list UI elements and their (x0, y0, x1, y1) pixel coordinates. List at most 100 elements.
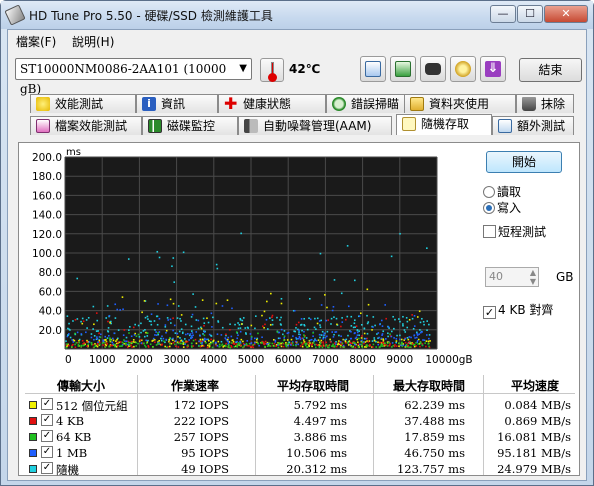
data-point (217, 321, 220, 323)
tab-benchmark[interactable]: 效能測試 (30, 94, 136, 113)
tab-extra-tests[interactable]: 額外測試 (492, 116, 574, 135)
x-tick-label: 6000 (275, 354, 302, 366)
data-point (336, 345, 338, 348)
tab-random-access[interactable]: 隨機存取 (396, 114, 492, 135)
data-point (395, 341, 397, 344)
data-point (158, 342, 161, 345)
data-point (108, 345, 110, 348)
title-bar[interactable]: HD Tune Pro 5.50 - 硬碟/SSD 檢測維護工具 — ☐ ✕ (1, 1, 593, 29)
data-point (413, 345, 416, 348)
data-point (143, 335, 146, 338)
tab-disk-monitor[interactable]: 磁碟監控 (142, 116, 238, 135)
data-point (280, 345, 283, 348)
row-max: 17.859 ms (404, 430, 465, 444)
tab-folder-usage[interactable]: 資料夾使用 (404, 94, 516, 113)
data-point (191, 332, 194, 334)
menu-file[interactable]: 檔案(F) (16, 33, 56, 50)
read-radio[interactable]: 讀取 (483, 183, 521, 200)
data-point (82, 343, 84, 345)
data-point (326, 330, 329, 333)
series-checkbox[interactable]: ✓ (41, 430, 53, 442)
series-checkbox[interactable]: ✓ (41, 414, 53, 426)
data-point (128, 332, 130, 334)
info-icon: i (142, 97, 156, 111)
app-window: HD Tune Pro 5.50 - 硬碟/SSD 檢測維護工具 — ☐ ✕ 檔… (0, 0, 594, 486)
data-point (180, 320, 182, 322)
data-point (140, 342, 143, 344)
data-point (408, 336, 411, 338)
data-point (150, 320, 152, 323)
menu-help[interactable]: 說明(H) (72, 33, 114, 50)
start-button[interactable]: 開始 (486, 151, 562, 173)
data-point (240, 323, 243, 325)
data-point (158, 256, 161, 259)
x-tick-label: 4000 (200, 354, 227, 366)
series-checkbox[interactable]: ✓ (41, 462, 53, 474)
data-point (98, 341, 101, 344)
maximize-button[interactable]: ☐ (517, 5, 543, 23)
data-point (160, 337, 162, 340)
data-point (428, 337, 430, 340)
data-point (212, 339, 215, 342)
write-radio[interactable]: 寫入 (483, 199, 521, 216)
data-point (354, 332, 356, 334)
align-4kb-checkbox[interactable]: ✓ 4 KB 對齊 (483, 301, 553, 319)
close-button[interactable]: ✕ (544, 5, 588, 23)
bulb-icon (36, 97, 50, 111)
data-point (146, 332, 148, 334)
data-point (299, 345, 302, 347)
data-point (90, 333, 93, 335)
data-point (352, 326, 355, 329)
drive-select[interactable]: ST10000NM0086-2AA101 (10000 gB) ▼ (15, 58, 252, 96)
data-point (239, 327, 242, 329)
data-point (107, 320, 109, 323)
series-checkbox[interactable]: ✓ (41, 446, 53, 458)
data-point (333, 279, 336, 281)
data-point (314, 346, 317, 349)
data-point (189, 333, 192, 335)
data-point (303, 334, 305, 336)
data-point (389, 344, 391, 346)
tab-erase[interactable]: 抹除 (516, 94, 574, 113)
short-test-size-input[interactable]: 40 ▲ ▼ (485, 267, 539, 287)
data-point (221, 326, 224, 329)
series-color-swatch (29, 449, 37, 457)
data-point (210, 312, 213, 315)
exit-button[interactable]: 結束 (519, 58, 582, 82)
data-point (211, 326, 213, 328)
short-test-checkbox[interactable]: 短程測試 (483, 223, 546, 240)
settings-button[interactable] (450, 56, 476, 82)
data-point (322, 334, 325, 336)
data-point (234, 323, 236, 326)
data-point (216, 333, 219, 336)
save-button[interactable]: ⇓ (480, 56, 506, 82)
data-point (236, 343, 239, 346)
data-point (390, 335, 393, 338)
data-point (389, 333, 391, 335)
data-point (107, 330, 110, 333)
data-point (275, 345, 277, 347)
copy-info-button[interactable] (390, 56, 416, 82)
window-title: HD Tune Pro 5.50 - 硬碟/SSD 檢測維護工具 (29, 9, 273, 23)
tab-aam[interactable]: 自動噪聲管理(AAM) (238, 116, 392, 135)
data-point (427, 343, 430, 345)
y-tick-label: 140.0 (32, 210, 62, 222)
data-point (179, 317, 181, 320)
data-point (180, 314, 183, 316)
data-point (244, 327, 247, 329)
data-point (104, 343, 107, 346)
minimize-button[interactable]: — (490, 5, 516, 23)
series-checkbox[interactable]: ✓ (41, 398, 53, 410)
copy-button[interactable] (360, 56, 386, 82)
data-point (217, 340, 220, 343)
screenshot-button[interactable] (420, 56, 446, 82)
data-point (96, 345, 99, 348)
data-point (283, 337, 286, 339)
tab-info[interactable]: i 資訊 (136, 94, 218, 113)
data-point (185, 341, 187, 344)
tab-file-benchmark[interactable]: 檔案效能測試 (30, 116, 142, 135)
data-point (74, 346, 77, 349)
tab-health[interactable]: ✚ 健康狀態 (218, 94, 326, 113)
data-point (335, 317, 338, 320)
data-point (102, 344, 104, 346)
